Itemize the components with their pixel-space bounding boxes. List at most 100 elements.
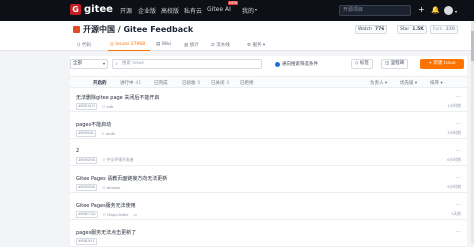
avatar[interactable]	[444, 6, 453, 15]
sort-order[interactable]: 排序 ▾	[430, 80, 443, 86]
fork-count: 220	[445, 27, 456, 32]
status-tab-open-label: 开启的	[93, 81, 107, 86]
watch-label: Watch	[358, 27, 373, 32]
status-tab-closed[interactable]: 已关闭 0	[211, 80, 229, 86]
watch-button[interactable]: Watch 776	[355, 25, 388, 34]
sort-order-label: 排序	[430, 81, 439, 86]
more-icon[interactable]: ⋯	[456, 148, 461, 154]
sort-priority[interactable]: 优先级 ▾	[400, 80, 417, 86]
issue-author-name: 中文环境开发者	[106, 157, 134, 163]
issue-author: ⚇ sdb	[101, 103, 114, 109]
issue-time: 1小时前	[447, 103, 461, 108]
issue-title[interactable]: Gitee Pages 请教页面链接方向无法更新	[76, 175, 167, 182]
label-button[interactable]: ◇ 标签	[351, 59, 373, 69]
top-navbar: G gitee 开源 企业版 高校版 私有云 Gitee AI NEW 我的 ▾…	[0, 0, 474, 21]
issue-search-input[interactable]: ⌕ 搜索 Issue	[112, 59, 262, 69]
issue-id: #IB9K4L	[76, 130, 97, 137]
nav-enterprise[interactable]: 企业版	[138, 6, 156, 15]
issue-row[interactable]: 2 ⋯ #IB9D9A ⚇ 中文环境开发者 6小时前	[70, 144, 467, 166]
add-icon[interactable]: +	[418, 5, 425, 15]
scope-select[interactable]: 全部 ▾	[70, 59, 108, 69]
status-tab-accepted[interactable]: 已验收 0	[182, 80, 200, 86]
nav-open-source[interactable]: 开源	[120, 6, 132, 15]
tab-pipeline[interactable]: ⇄ 流水线	[211, 42, 230, 48]
more-icon[interactable]: ⋯	[456, 121, 461, 127]
issue-row[interactable]: pages服务无法点击更新了 ⋯ #IB8A51	[70, 225, 467, 247]
status-tab-done-label: 已完成	[154, 81, 168, 86]
label-button-text: 标签	[359, 61, 369, 66]
global-search-input[interactable]: 开源项目	[339, 5, 411, 16]
repo-title-text[interactable]: 开源中国 / Gitee Feedback	[83, 24, 193, 35]
issue-id: #IB9D9A	[76, 184, 98, 191]
issue-meta: #IB9K4L ⚇ ab4k	[76, 130, 115, 137]
gitee-logo[interactable]: G gitee	[70, 4, 113, 15]
tab-service-label: 服务	[252, 43, 262, 48]
notification-bell-icon[interactable]: 🔔	[431, 5, 440, 15]
repo-tabs: ⟨⟩ 代码 ◎ Issues 27968 ▤ Wiki ▥ 统计 ⇄ 流水线 ⚙…	[0, 40, 474, 51]
tab-issues-label: Issues 27968	[115, 42, 146, 47]
milestone-button[interactable]: ◫ 里程碑	[381, 59, 409, 69]
issue-title[interactable]: 2	[76, 148, 79, 154]
status-tab-open[interactable]: 开启的	[93, 80, 109, 86]
tab-wiki[interactable]: ▤ Wiki	[156, 42, 171, 47]
sort-assignee[interactable]: 负责人 ▾	[370, 80, 387, 86]
nav-gitee-ai[interactable]: Gitee AI	[207, 6, 231, 13]
star-button[interactable]: Star 1.5K	[397, 25, 427, 34]
gitee-logo-icon: G	[70, 4, 81, 15]
issue-author: ⚇ ab4k	[101, 130, 116, 136]
more-icon[interactable]: ⋯	[456, 202, 461, 208]
advanced-filter-toggle[interactable]: 通向搜索筛选条件	[275, 61, 318, 67]
issue-author-name: sdb	[106, 103, 114, 109]
issue-id: #IBEXLO	[76, 103, 97, 110]
issue-title[interactable]: pages不能启动	[76, 121, 111, 128]
tab-wiki-label: Wiki	[161, 42, 172, 47]
issue-row[interactable]: pages不能启动 ⋯ #IB9K4L ⚇ ab4k 3小时前	[70, 117, 467, 139]
nav-my[interactable]: 我的	[242, 6, 254, 15]
advanced-filter-label: 通向搜索筛选条件	[282, 62, 318, 67]
chevron-down-icon: ▾	[255, 7, 258, 12]
issue-row[interactable]: Gitee Pages服务无法使用 ⋯ #IB8CQA ⚇ Mago-Table…	[70, 198, 467, 220]
repo-header: 开源中国 / Gitee Feedback Watch 776 Star 1.5…	[0, 21, 474, 51]
chevron-down-icon: ▾	[102, 61, 105, 66]
tab-issues[interactable]: ◎ Issues 27968	[110, 42, 145, 47]
scope-select-value: 全部	[73, 61, 82, 66]
issue-row[interactable]: 无法删除gitee page 关闭后不能开启 ⋯ #IBEXLO ⚇ sdb 1…	[70, 90, 467, 112]
fork-label: Fork	[433, 27, 443, 32]
star-label: Star	[400, 27, 410, 32]
watch-count: 776	[375, 27, 385, 32]
issue-search-placeholder: 搜索 Issue	[122, 61, 145, 66]
tab-service[interactable]: ⚙ 服务 ▾	[247, 42, 265, 48]
issue-meta: #IB9D9A ⚇ bbsxee	[76, 184, 121, 191]
repo-icon	[73, 26, 80, 33]
issue-time: 6小时前	[447, 157, 461, 162]
issue-title[interactable]: 无法删除gitee page 关闭后不能开启	[76, 94, 159, 101]
tab-code-label: 代码	[81, 43, 91, 48]
nav-private-cloud[interactable]: 私有云	[184, 6, 202, 15]
tab-code[interactable]: ⟨⟩ 代码	[77, 42, 91, 48]
issue-author: ⚇ 中文环境开发者	[102, 157, 134, 163]
search-icon: ⌕	[115, 61, 118, 67]
more-icon[interactable]: ⋯	[456, 94, 461, 100]
tab-pipeline-label: 流水线	[216, 43, 230, 48]
more-icon[interactable]: ⋯	[456, 229, 461, 235]
new-issue-button[interactable]: + 新建 Issue	[420, 59, 464, 69]
issue-time: 3小时前	[447, 130, 461, 135]
status-tab-in-progress-label: 进行中	[120, 81, 134, 86]
issues-panel: 全部 ▾ ⌕ 搜索 Issue 通向搜索筛选条件 ◇ 标签 ◫ 里程碑 + 新建…	[70, 56, 467, 247]
issue-author-name: bbsxee	[106, 184, 121, 190]
issue-title[interactable]: pages服务无法点击更新了	[76, 229, 136, 236]
more-icon[interactable]: ⋯	[456, 175, 461, 181]
toggle-dot-icon	[275, 61, 280, 67]
issue-id: #IB9D9A	[76, 157, 98, 164]
tab-stats[interactable]: ▥ 统计	[184, 42, 199, 48]
status-tab-rejected[interactable]: 已拒绝	[240, 80, 256, 86]
nav-university[interactable]: 高校版	[161, 6, 179, 15]
fork-button[interactable]: Fork 220	[430, 25, 459, 34]
tab-stats-label: 统计	[189, 43, 199, 48]
issue-row[interactable]: Gitee Pages 请教页面链接方向无法更新 ⋯ #IB9D9A ⚇ bbs…	[70, 171, 467, 193]
status-tab-in-progress[interactable]: 进行中 41	[120, 80, 141, 86]
issue-author: ⚇ Mago-Table	[102, 211, 129, 217]
issue-title[interactable]: Gitee Pages服务无法使用	[76, 202, 136, 209]
issue-author-name: ab4k	[105, 130, 116, 136]
status-tab-done[interactable]: 已完成	[154, 80, 170, 86]
